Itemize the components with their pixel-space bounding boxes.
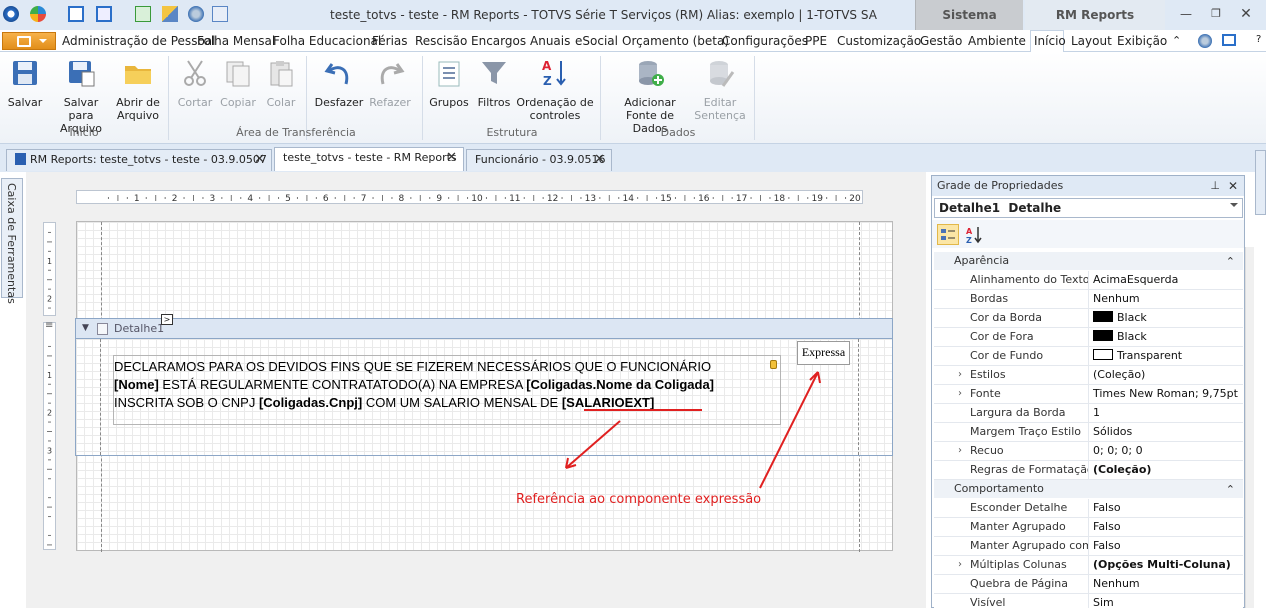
property-row[interactable]: Margem Traço Estilo Sólidos (934, 423, 1243, 442)
property-value[interactable]: Nenhum (1089, 290, 1243, 309)
expand-property-icon[interactable]: › (958, 556, 962, 574)
property-value-text: Sim (1093, 596, 1114, 608)
app-window: teste_totvs - teste - RM Reports - TOTVS… (0, 0, 1266, 608)
property-value-text: Black (1117, 330, 1147, 343)
property-row[interactable]: Regras de Formatação (Coleção) (934, 461, 1243, 480)
property-name: Cor de Fundo (934, 347, 1089, 366)
alphabetical-sort-icon[interactable]: AZ (965, 225, 985, 245)
collapse-category-icon[interactable]: ⌃ (1226, 253, 1235, 271)
arrow-to-expression (759, 371, 819, 489)
close-panel-icon[interactable]: ✕ (1228, 176, 1238, 196)
color-swatch (1093, 311, 1113, 322)
property-row[interactable]: Manter Agrupado Falso (934, 518, 1243, 537)
property-value-text: (Coleção) (1093, 463, 1152, 476)
object-selector[interactable]: Detalhe1 Detalhe (934, 198, 1243, 218)
property-value-text: (Coleção) (1093, 368, 1146, 381)
expand-property-icon[interactable]: › (958, 385, 962, 403)
property-value-text: Nenhum (1093, 577, 1140, 590)
property-value-text: 0; 0; 0; 0 (1093, 444, 1143, 457)
property-name: Regras de Formatação (934, 461, 1089, 480)
property-value[interactable]: Black (1089, 328, 1243, 347)
properties-scrollbar[interactable] (1245, 247, 1254, 608)
expand-property-icon[interactable]: › (958, 366, 962, 384)
property-value[interactable]: Sólidos (1089, 423, 1243, 442)
property-value-text: Times New Roman; 9,75pt (1093, 387, 1238, 400)
property-name: Manter Agrupado com a (934, 537, 1089, 556)
property-value[interactable]: Black (1089, 309, 1243, 328)
svg-text:Z: Z (966, 236, 972, 245)
property-row[interactable]: Fonte › Times New Roman; 9,75pt (934, 385, 1243, 404)
property-value[interactable]: 1 (1089, 404, 1243, 423)
property-value[interactable]: Nenhum (1089, 575, 1243, 594)
property-category[interactable]: Aparência ⌃ (934, 252, 1243, 270)
property-value[interactable]: Falso (1089, 499, 1243, 518)
property-value-text: AcimaEsquerda (1093, 273, 1179, 286)
property-value[interactable]: (Coleção) (1089, 461, 1243, 480)
property-category-label: Comportamento (954, 482, 1044, 495)
property-category-label: Aparência (954, 254, 1010, 267)
property-name: Largura da Borda (934, 404, 1089, 423)
properties-panel: Grade de Propriedades ⊥ ✕ Detalhe1 Detal… (931, 175, 1245, 608)
property-name: Cor de Fora (934, 328, 1089, 347)
color-swatch (1093, 330, 1113, 341)
pin-icon[interactable]: ⊥ (1210, 176, 1220, 196)
property-row[interactable]: Múltiplas Colunas › (Opções Multi-Coluna) (934, 556, 1243, 575)
property-name: Bordas (934, 290, 1089, 309)
property-value[interactable]: AcimaEsquerda (1089, 271, 1243, 290)
property-name: Margem Traço Estilo (934, 423, 1089, 442)
property-name: Alinhamento do Texto (934, 271, 1089, 290)
expand-property-icon[interactable]: › (958, 442, 962, 460)
property-name: Quebra de Página (934, 575, 1089, 594)
property-row[interactable]: Visível Sim (934, 594, 1243, 608)
annotation-label: Referência ao componente expressão (516, 492, 762, 507)
property-value-text: Falso (1093, 501, 1121, 514)
chevron-down-icon (1230, 203, 1238, 207)
property-name: Esconder Detalhe (934, 499, 1089, 518)
property-value[interactable]: Falso (1089, 518, 1243, 537)
property-value-text: (Opções Multi-Coluna) (1093, 558, 1231, 571)
property-value-text: Sólidos (1093, 425, 1133, 438)
property-name: Cor da Borda (934, 309, 1089, 328)
property-row[interactable]: Cor de Fora Black (934, 328, 1243, 347)
property-value-text: 1 (1093, 406, 1100, 419)
property-category[interactable]: Comportamento ⌃ (934, 480, 1243, 498)
property-row[interactable]: Cor da Borda Black (934, 309, 1243, 328)
properties-toolbar: AZ (932, 220, 1244, 248)
arrow-to-field (565, 420, 621, 469)
svg-text:A: A (966, 227, 973, 236)
property-name: Manter Agrupado (934, 518, 1089, 537)
property-row[interactable]: Esconder Detalhe Falso (934, 499, 1243, 518)
color-swatch (1093, 349, 1113, 360)
property-row[interactable]: Quebra de Página Nenhum (934, 575, 1243, 594)
property-row[interactable]: Manter Agrupado com a Falso (934, 537, 1243, 556)
right-dock-tab[interactable] (1255, 150, 1266, 215)
property-value-text: Falso (1093, 539, 1121, 552)
property-row[interactable]: Largura da Borda 1 (934, 404, 1243, 423)
property-value-text: Transparent (1117, 349, 1183, 362)
property-value[interactable]: 0; 0; 0; 0 (1089, 442, 1243, 461)
property-value[interactable]: (Opções Multi-Coluna) (1089, 556, 1243, 575)
categorized-view-icon[interactable] (937, 224, 959, 245)
property-value-text: Black (1117, 311, 1147, 324)
property-value-text: Nenhum (1093, 292, 1140, 305)
property-row[interactable]: Alinhamento do Texto AcimaEsquerda (934, 271, 1243, 290)
property-value[interactable]: Falso (1089, 537, 1243, 556)
property-row[interactable]: Cor de Fundo Transparent (934, 347, 1243, 366)
property-value[interactable]: Transparent (1089, 347, 1243, 366)
property-value[interactable]: Sim (1089, 594, 1243, 608)
property-row[interactable]: Estilos › (Coleção) (934, 366, 1243, 385)
property-row[interactable]: Recuo › 0; 0; 0; 0 (934, 442, 1243, 461)
collapse-category-icon[interactable]: ⌃ (1226, 481, 1235, 499)
property-value[interactable]: Times New Roman; 9,75pt (1089, 385, 1243, 404)
property-name: Visível (934, 594, 1089, 608)
property-row[interactable]: Bordas Nenhum (934, 290, 1243, 309)
properties-title: Grade de Propriedades ⊥ ✕ (932, 176, 1244, 196)
property-value-text: Falso (1093, 520, 1121, 533)
property-value[interactable]: (Coleção) (1089, 366, 1243, 385)
